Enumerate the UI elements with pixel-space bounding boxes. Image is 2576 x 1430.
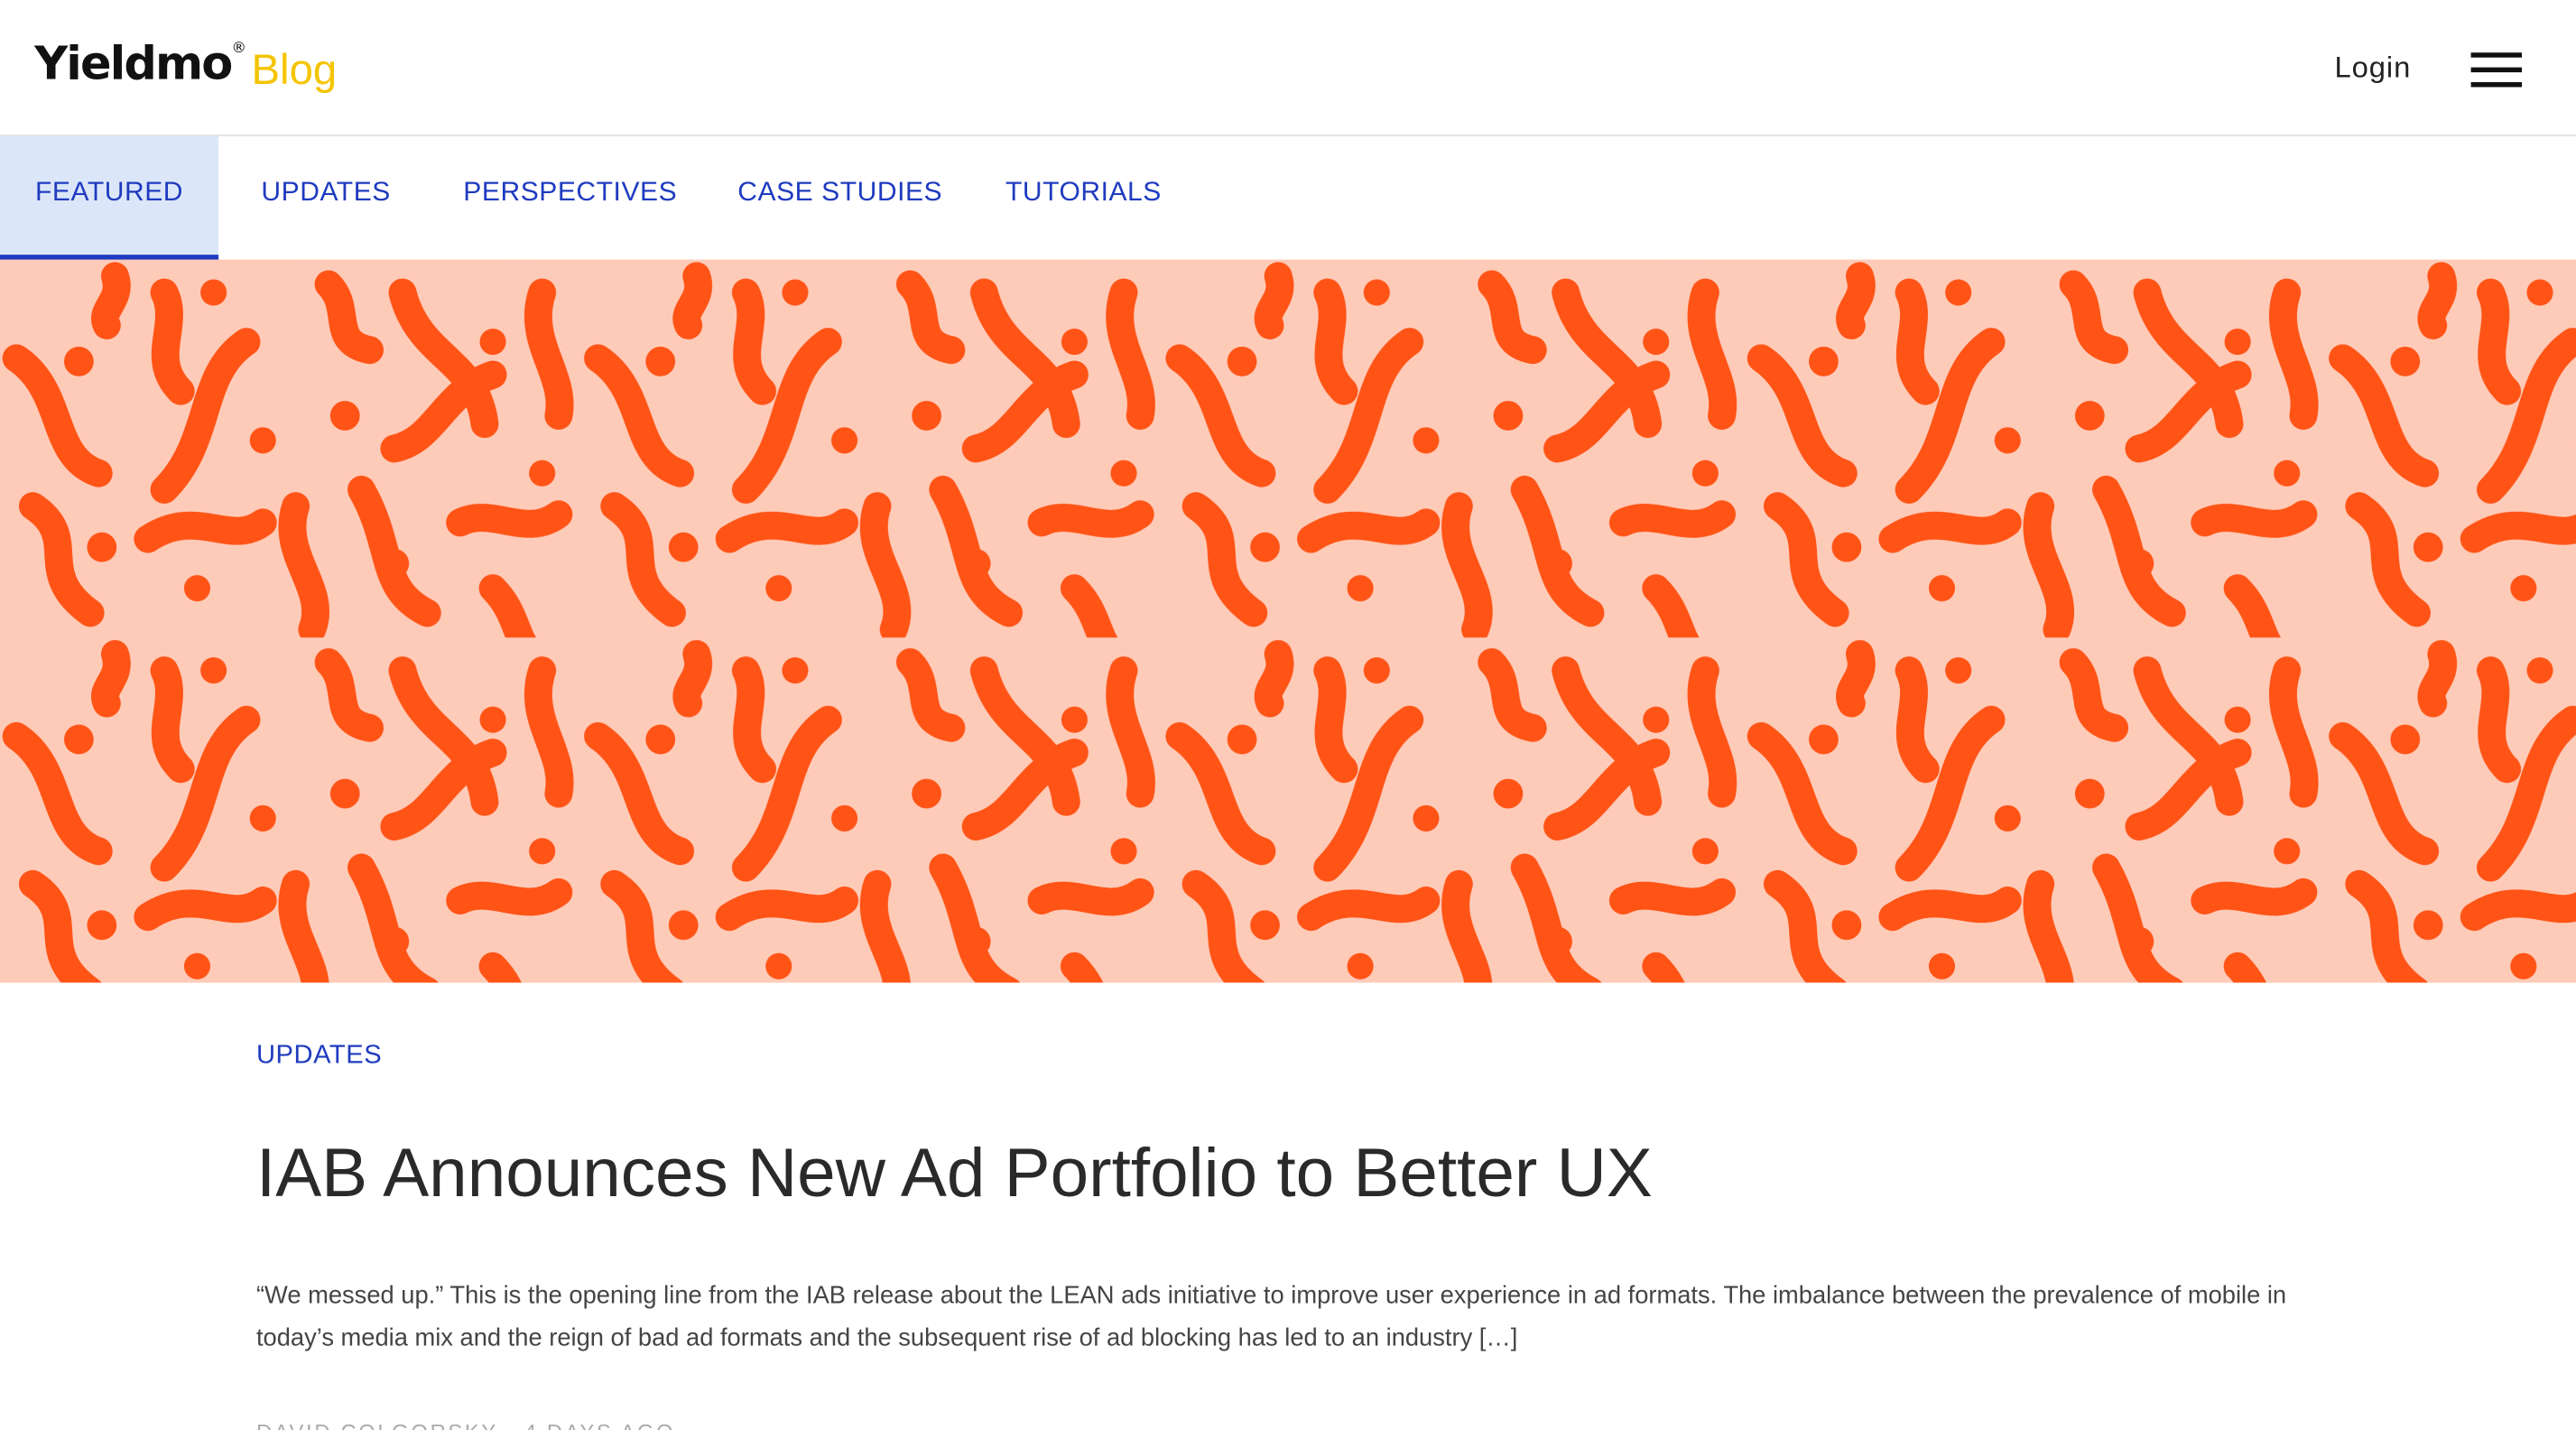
tab-tutorials[interactable]: TUTORIALS (1005, 136, 1162, 255)
article-category-link[interactable]: UPDATES (256, 1042, 382, 1072)
hamburger-icon[interactable] (2470, 50, 2524, 89)
article-title[interactable]: IAB Announces New Ad Portfolio to Better… (256, 1134, 1653, 1212)
yieldmo-logo[interactable]: Yieldmo® (34, 36, 246, 91)
login-link[interactable]: Login (2335, 51, 2412, 85)
site-header: Yieldmo® Blog Login (0, 0, 2576, 137)
blog-label[interactable]: Blog (251, 44, 337, 95)
squiggle-pattern (0, 259, 2576, 983)
logo-text: Yieldmo (34, 36, 233, 91)
logo-registered-mark: ® (231, 40, 246, 58)
tab-case-studies[interactable]: CASE STUDIES (737, 136, 942, 255)
category-tabs: FEATURED UPDATES PERSPECTIVES CASE STUDI… (0, 136, 2576, 262)
article-meta: DAVID COLGORSKY · 4 DAYS AGO (256, 1420, 675, 1430)
tab-featured[interactable]: FEATURED (0, 136, 219, 262)
article-excerpt: “We messed up.” This is the opening line… (255, 1281, 2287, 1353)
tab-perspectives[interactable]: PERSPECTIVES (463, 136, 677, 255)
tab-updates[interactable]: UPDATES (261, 136, 390, 255)
hero-pattern-image[interactable] (0, 259, 2576, 983)
